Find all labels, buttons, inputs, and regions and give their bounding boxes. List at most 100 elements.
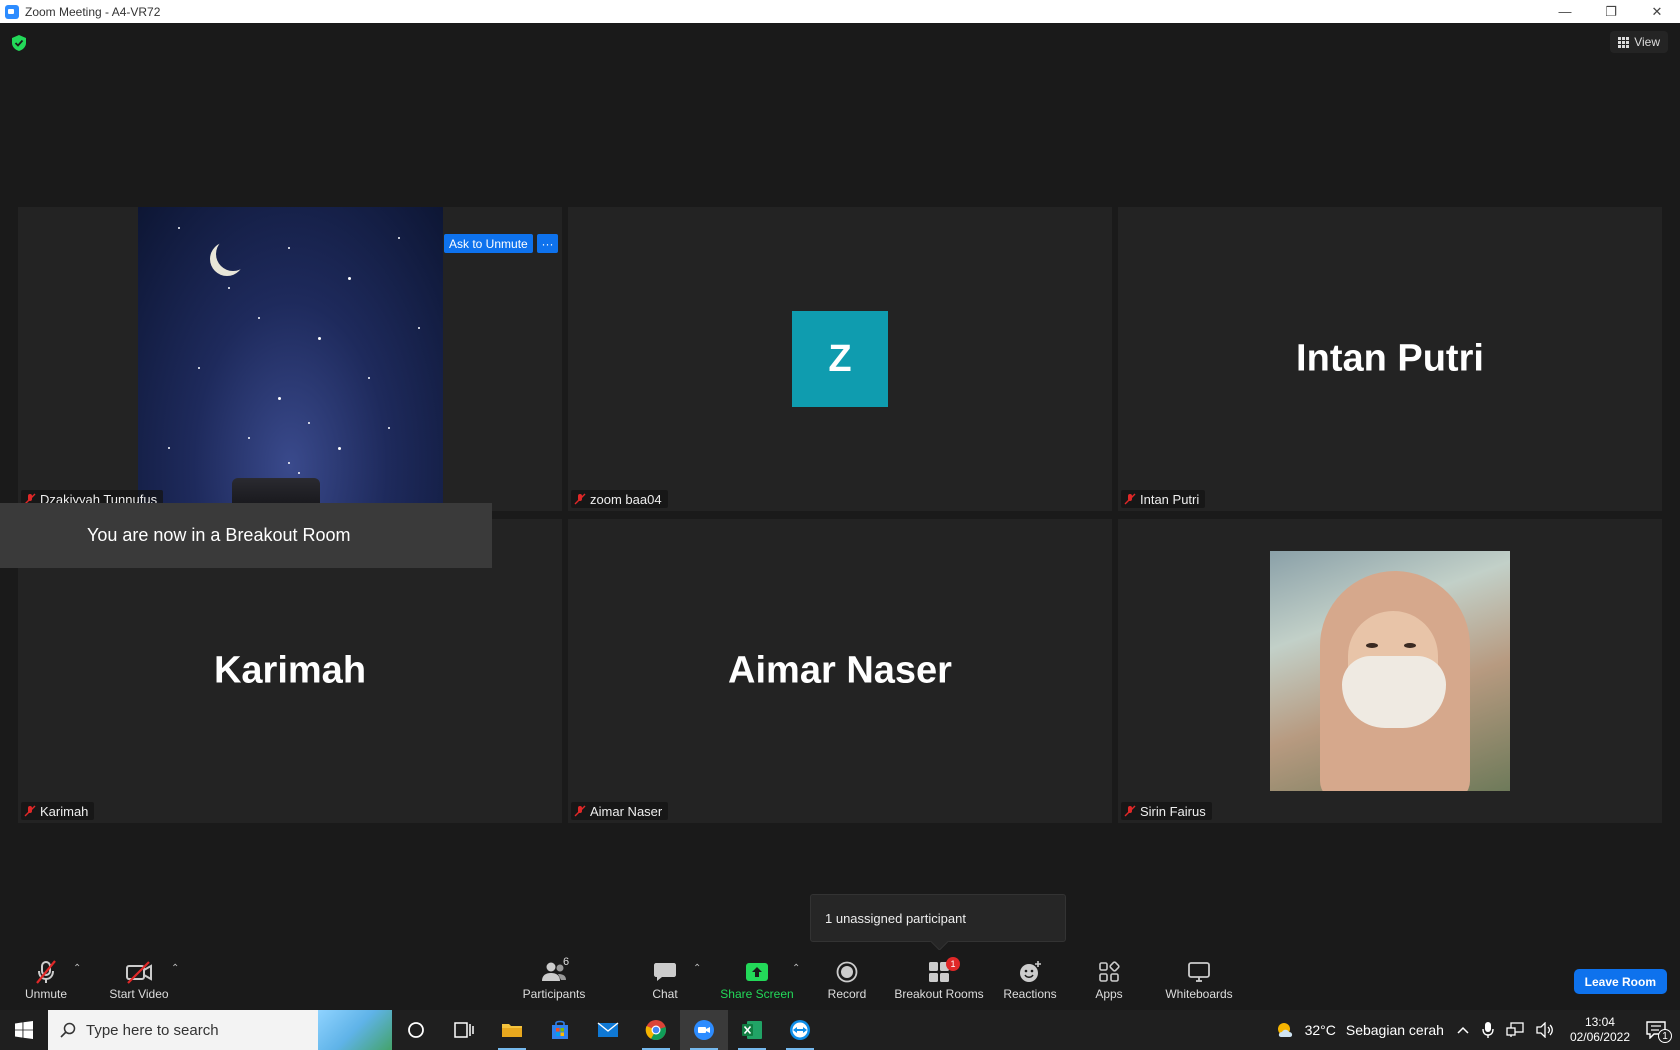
start-button[interactable] — [0, 1010, 48, 1050]
video-off-icon — [126, 961, 152, 984]
share-options-caret[interactable]: ⌃ — [792, 963, 800, 974]
whiteboards-button[interactable]: Whiteboards — [1160, 950, 1238, 1010]
system-tray: 32°C Sebagian cerah 13:04 02/06/2022 1 — [1269, 1010, 1680, 1050]
search-icon — [60, 1022, 76, 1038]
breakout-badge: 1 — [946, 957, 960, 971]
search-highlight-image — [318, 1010, 392, 1050]
unassigned-participant-tooltip: 1 unassigned participant — [810, 894, 1066, 942]
weather-temp: 32°C — [1304, 1022, 1336, 1038]
video-tile-aimar-naser[interactable]: Aimar Naser Aimar Naser — [568, 519, 1112, 823]
video-tile-sirin-fairus[interactable]: Sirin Fairus — [1118, 519, 1662, 823]
zoom-app-icon — [5, 4, 19, 19]
chevron-up-icon — [1457, 1026, 1469, 1034]
shield-check-icon[interactable] — [12, 35, 26, 51]
windows-taskbar: Type here to search 32°C Sebagian cerah — [0, 1010, 1680, 1050]
chrome-icon[interactable] — [632, 1010, 680, 1050]
mic-muted-icon — [1124, 493, 1136, 505]
mic-muted-icon — [1124, 805, 1136, 817]
apps-button[interactable]: Apps — [1086, 950, 1132, 1010]
notification-count: 1 — [1658, 1029, 1672, 1043]
cortana-icon[interactable] — [392, 1010, 440, 1050]
participant-display-name: Aimar Naser — [728, 649, 952, 692]
window-title: Zoom Meeting - A4-VR72 — [25, 4, 161, 19]
profile-photo — [1270, 551, 1510, 791]
record-button[interactable]: Record — [822, 950, 872, 1010]
window-titlebar: Zoom Meeting - A4-VR72 — ❐ ✕ — [0, 0, 1680, 23]
zoom-icon[interactable] — [680, 1010, 728, 1050]
mail-icon[interactable] — [584, 1010, 632, 1050]
minimize-button[interactable]: — — [1542, 0, 1588, 23]
start-video-button[interactable]: Start Video — [104, 950, 174, 1010]
audio-options-caret[interactable]: ⌃ — [73, 963, 81, 974]
share-screen-button[interactable]: Share Screen — [718, 950, 796, 1010]
view-button[interactable]: View — [1610, 31, 1668, 53]
mic-muted-icon — [36, 960, 56, 984]
breakout-rooms-button[interactable]: 1 Breakout Rooms — [892, 950, 986, 1010]
mic-muted-icon — [574, 805, 586, 817]
meeting-area: View Dzakiyyah Tunnufus Z zoom baa04 Int… — [0, 23, 1680, 950]
notification-center-button[interactable]: 1 — [1646, 1021, 1672, 1043]
weather-partly-sunny-icon — [1277, 1023, 1292, 1037]
leave-room-button[interactable]: Leave Room — [1573, 969, 1667, 994]
weather-widget[interactable]: 32°C Sebagian cerah — [1275, 1021, 1444, 1039]
close-button[interactable]: ✕ — [1634, 0, 1680, 23]
meeting-toolbar: Unmute ⌃ Start Video ⌃ 6 Participants Ch… — [0, 950, 1680, 1010]
video-tile-zoom-baa04[interactable]: Z zoom baa04 — [568, 207, 1112, 511]
task-view-icon[interactable] — [440, 1010, 488, 1050]
microphone-tray-icon[interactable] — [1482, 1021, 1494, 1039]
taskbar-search[interactable]: Type here to search — [48, 1010, 392, 1050]
record-label: Record — [827, 987, 867, 1001]
participants-label: Participants — [522, 987, 586, 1001]
apps-icon — [1099, 961, 1120, 982]
more-options-button[interactable]: ··· — [537, 234, 558, 253]
store-icon[interactable] — [536, 1010, 584, 1050]
reactions-button[interactable]: Reactions — [1000, 950, 1060, 1010]
weather-text: Sebagian cerah — [1345, 1022, 1444, 1038]
participant-label: zoom baa04 — [571, 490, 668, 508]
show-hidden-icons[interactable] — [1456, 1025, 1470, 1035]
windows-logo-icon — [15, 1021, 33, 1039]
reactions-label: Reactions — [1003, 987, 1057, 1001]
participant-label: Karimah — [21, 802, 95, 820]
video-options-caret[interactable]: ⌃ — [171, 963, 179, 974]
video-tile-intan-putri[interactable]: Intan Putri Intan Putri — [1118, 207, 1662, 511]
participant-label: Sirin Fairus — [1121, 802, 1212, 820]
clock-date: 02/06/2022 — [1569, 1030, 1630, 1044]
share-screen-icon — [746, 963, 768, 981]
search-placeholder: Type here to search — [86, 1021, 219, 1039]
share-screen-label: Share Screen — [720, 987, 794, 1001]
excel-icon[interactable] — [728, 1010, 776, 1050]
participant-name: Sirin Fairus — [1140, 803, 1206, 819]
unmute-button[interactable]: Unmute — [16, 950, 76, 1010]
participant-display-name: Karimah — [213, 649, 367, 692]
network-icon[interactable] — [1506, 1022, 1524, 1038]
chat-button[interactable]: Chat — [640, 950, 690, 1010]
restore-button[interactable]: ❐ — [1588, 0, 1634, 23]
chat-icon — [654, 963, 676, 981]
whiteboard-icon — [1188, 962, 1210, 982]
volume-icon[interactable] — [1536, 1022, 1554, 1038]
chat-options-caret[interactable]: ⌃ — [693, 963, 701, 974]
night-sky-image — [138, 207, 443, 511]
participant-name: Intan Putri — [1140, 491, 1200, 507]
ask-to-unmute-button[interactable]: Ask to Unmute — [444, 234, 533, 253]
taskbar-clock[interactable]: 13:04 02/06/2022 — [1570, 1015, 1630, 1045]
participants-button[interactable]: 6 Participants — [514, 950, 594, 1010]
view-label: View — [1634, 35, 1660, 49]
avatar: Z — [792, 311, 888, 407]
chat-label: Chat — [652, 987, 678, 1001]
grid-view-icon — [1618, 36, 1630, 48]
apps-label: Apps — [1095, 987, 1123, 1001]
participant-display-name: Intan Putri — [1296, 337, 1484, 380]
moon-shape — [216, 237, 250, 271]
clock-time: 13:04 — [1584, 1015, 1615, 1029]
participant-name: Karimah — [40, 803, 89, 819]
mic-muted-icon — [24, 805, 36, 817]
unmute-label: Unmute — [24, 987, 68, 1001]
participant-name: Aimar Naser — [590, 803, 663, 819]
teamviewer-icon[interactable] — [776, 1010, 824, 1050]
participant-label: Intan Putri — [1121, 490, 1206, 508]
participants-count: 6 — [563, 956, 570, 968]
whiteboards-label: Whiteboards — [1165, 987, 1233, 1001]
file-explorer-icon[interactable] — [488, 1010, 536, 1050]
